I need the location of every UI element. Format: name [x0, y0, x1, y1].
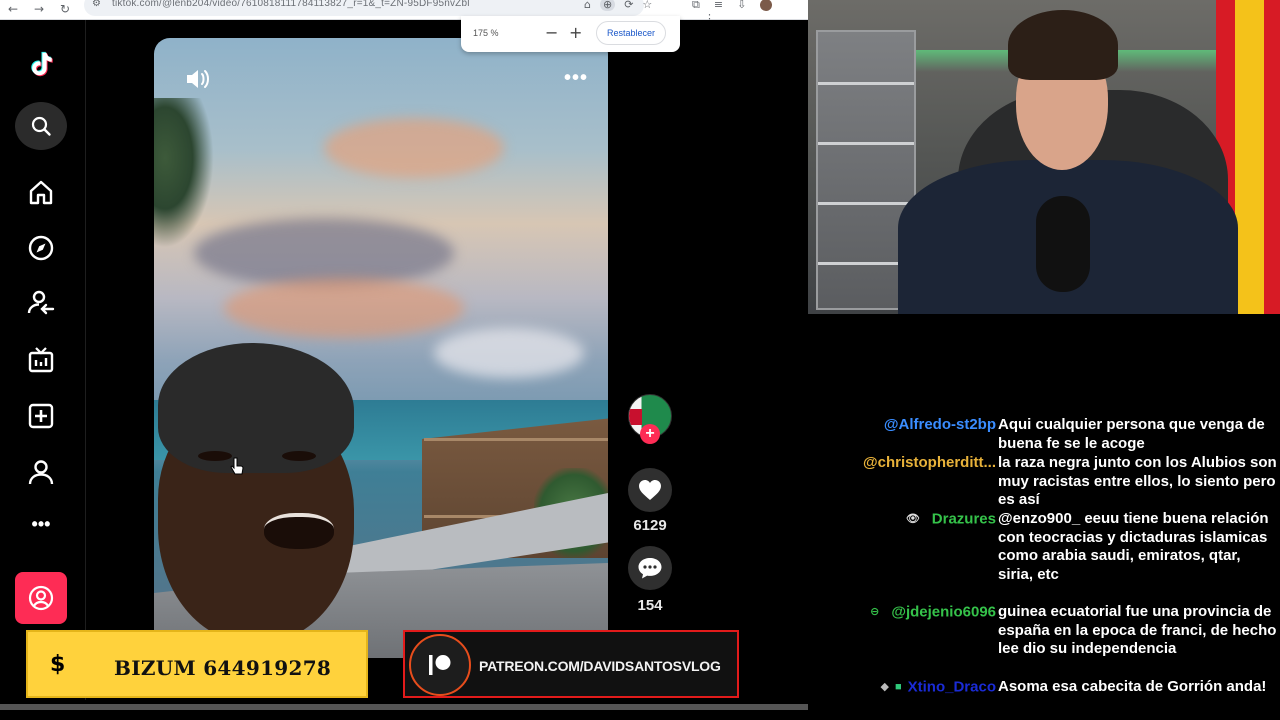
more-menu-icon[interactable]: ••• [21, 504, 61, 544]
chat-text: Aqui cualquier persona que venga de buen… [998, 416, 1265, 452]
translate-icon[interactable]: ⌂ [584, 0, 591, 11]
chat-username[interactable]: @jdejenio6096 [891, 603, 996, 620]
person-mouth [264, 513, 334, 549]
zoom-level: 175 % [473, 28, 499, 38]
bookmark-star-icon[interactable]: ☆ [642, 0, 652, 11]
cabinet-shelf [818, 202, 914, 205]
patreon-text: PATREON.COM/DAVIDSANTOSVLOG [479, 658, 721, 674]
tiktok-logo-icon[interactable] [21, 44, 61, 84]
video-more-options-icon[interactable]: ••• [564, 68, 588, 88]
chat-text: guinea ecuatorial fue una provincia de e… [998, 603, 1277, 658]
zoom-reset-button[interactable]: Restablecer [596, 21, 667, 45]
heart-icon [639, 480, 661, 500]
avatar-flag-stripe [629, 409, 642, 425]
zoom-popup: 175 % − + Restablecer [461, 16, 680, 52]
bizum-banner: $ BIZUM 644919278 [26, 630, 368, 698]
search-icon [31, 116, 51, 136]
login-profile-button[interactable] [15, 572, 67, 624]
video-cloud [324, 118, 504, 178]
chat-username[interactable]: Drazures [932, 510, 996, 527]
zoom-in-button[interactable]: + [569, 23, 582, 43]
chat-username[interactable]: @christopherditt... [863, 454, 996, 473]
sidepanel-icon[interactable]: ≡ [714, 0, 723, 11]
comment-count: 154 [637, 597, 663, 614]
volume-icon[interactable] [182, 64, 212, 94]
tiktok-sidebar: ••• [0, 20, 86, 700]
tiktok-page: ••• ••• + 6129 154 [0, 20, 808, 700]
chat-username[interactable]: Xtino_Draco [908, 678, 996, 695]
mouse-hand-cursor-icon [230, 457, 244, 475]
eye-badge-icon: 👁 [905, 513, 920, 525]
forward-icon[interactable]: → [34, 2, 44, 16]
address-bar-url[interactable]: tiktok.com/@lenb204/video/76108181117841… [112, 0, 470, 9]
live-tv-icon[interactable] [21, 340, 61, 380]
link-badge-icon: ⊖ [870, 606, 880, 618]
chat-user-line: ⊖ @jdejenio6096 [870, 603, 996, 622]
live-chat: @Alfredo-st2bp Aqui cualquier persona qu… [808, 314, 1280, 720]
gem-badge-icon: ◆ [880, 681, 889, 693]
cabinet-shelf [818, 142, 914, 145]
downloads-icon[interactable]: ⇩ [737, 0, 746, 11]
explore-compass-icon[interactable] [21, 228, 61, 268]
chat-user-line: 👁 Drazures [906, 510, 996, 529]
video-cloud [224, 278, 464, 338]
video-person [154, 343, 608, 658]
streamer-hair [1008, 10, 1118, 80]
patreon-logo-icon [409, 634, 471, 696]
reload-icon[interactable]: ↻ [60, 2, 70, 16]
chat-text: la raza negra junto con los Alubios son … [998, 454, 1277, 509]
comment-button[interactable] [628, 546, 672, 590]
site-info-icon[interactable]: ⚙ [92, 0, 101, 9]
ticket-badge-icon: ■ [894, 681, 902, 693]
zoom-out-button[interactable]: − [545, 23, 558, 43]
microphone [1036, 196, 1090, 292]
chat-text: @enzo900_ eeuu tiene buena relación con … [998, 510, 1269, 583]
cabinet-shelf [818, 82, 914, 85]
extensions-icon[interactable]: ⧉ [692, 0, 700, 11]
user-circle-icon [28, 585, 54, 611]
back-icon[interactable]: ← [8, 2, 18, 16]
zoom-icon[interactable]: ⊕ [599, 0, 616, 11]
home-icon[interactable] [21, 172, 61, 212]
chat-text: Asoma esa cabecita de Gorrión anda! [998, 678, 1267, 695]
browser-profile-avatar[interactable] [760, 0, 773, 11]
follow-button[interactable]: + [640, 424, 660, 444]
search-button[interactable] [15, 102, 67, 150]
chat-user-line: ◆ ■ Xtino_Draco [881, 678, 996, 697]
person-eye [282, 451, 316, 461]
person-beanie [158, 343, 354, 473]
bizum-text: BIZUM 644919278 [114, 656, 332, 680]
comment-bubble-icon [638, 558, 662, 579]
video-player[interactable]: ••• [154, 38, 608, 658]
upload-plus-icon[interactable] [21, 396, 61, 436]
dollar-icon: $ [50, 652, 66, 677]
horizontal-scrollbar[interactable] [0, 704, 808, 710]
share-icon[interactable]: ⟳ [624, 0, 633, 11]
person-eye [198, 451, 232, 461]
like-count: 6129 [633, 517, 667, 534]
patreon-banner: PATREON.COM/DAVIDSANTOSVLOG [403, 630, 739, 698]
profile-icon[interactable] [21, 452, 61, 492]
streamer-webcam [808, 0, 1280, 314]
like-button[interactable] [628, 468, 672, 512]
browser-toolbar: ← → ↻ ⚙ tiktok.com/@lenb204/video/761081… [0, 0, 808, 25]
chat-username[interactable]: @Alfredo-st2bp [884, 416, 996, 435]
palm-tree [154, 98, 214, 248]
following-icon[interactable] [21, 282, 61, 322]
